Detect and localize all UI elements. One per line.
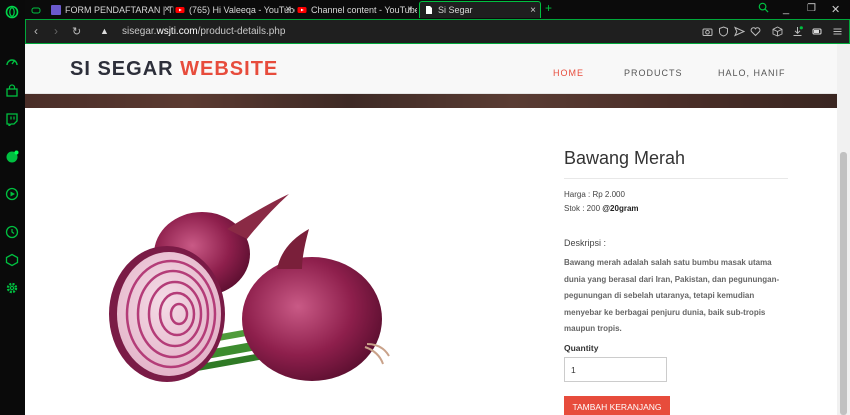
url-path: /product-details.php bbox=[197, 26, 286, 37]
product-stock: Stok : 200 @20gram bbox=[564, 204, 639, 213]
battery-icon[interactable] bbox=[812, 26, 823, 37]
scrollbar-thumb[interactable] bbox=[840, 152, 847, 415]
youtube-icon bbox=[175, 5, 185, 15]
add-to-cart-button[interactable]: TAMBAH KERANJANG bbox=[564, 396, 670, 415]
url-domain: wsjti.com bbox=[156, 26, 198, 37]
url-prefix: sisegar. bbox=[122, 26, 157, 37]
address-bar: ‹ › ↻ ▲ sisegar.wsjti.com/product-detail… bbox=[25, 19, 850, 44]
nav-user-greeting[interactable]: HALO, HANIF bbox=[718, 68, 786, 78]
logo-text: SI SEGAR bbox=[70, 58, 181, 80]
page-icon bbox=[424, 5, 434, 15]
tab-title: (765) Hi Valeeqa - YouTube bbox=[189, 4, 295, 15]
tab-title: Si Segar bbox=[438, 5, 473, 15]
reload-icon[interactable]: ↻ bbox=[72, 25, 81, 38]
tab-workspace[interactable] bbox=[31, 1, 49, 18]
web-page: SI SEGAR WEBSITE HOME PRODUCTS HALO, HAN… bbox=[25, 44, 837, 415]
close-tab-icon[interactable]: × bbox=[164, 4, 170, 15]
vpn-shield-icon[interactable] bbox=[718, 26, 729, 37]
search-tabs-icon[interactable] bbox=[758, 2, 769, 16]
product-description: Bawang merah adalah salah satu bumbu mas… bbox=[564, 258, 780, 333]
nav-home[interactable]: HOME bbox=[553, 68, 584, 78]
tab-channel-content[interactable]: Channel content - YouTube × bbox=[297, 1, 417, 18]
stock-unit: @20gram bbox=[602, 204, 639, 213]
close-window-button[interactable]: ✕ bbox=[831, 3, 840, 16]
title-divider bbox=[564, 178, 788, 179]
tab-form-pendaftaran[interactable]: FORM PENDAFTARAN | TII × bbox=[51, 1, 174, 18]
description-label: Deskripsi : bbox=[564, 238, 607, 248]
close-tab-icon[interactable]: × bbox=[407, 4, 413, 15]
hero-banner-strip bbox=[25, 94, 837, 108]
download-icon[interactable] bbox=[792, 26, 803, 37]
logo-text-accent: WEBSITE bbox=[180, 58, 279, 80]
send-icon[interactable] bbox=[734, 26, 745, 37]
product-title: Bawang Merah bbox=[564, 148, 686, 168]
close-tab-icon[interactable]: × bbox=[285, 4, 291, 15]
new-tab-button[interactable]: + bbox=[545, 1, 552, 15]
settings-gear-icon[interactable] bbox=[5, 281, 19, 295]
restore-button[interactable]: ❐ bbox=[807, 3, 816, 14]
product-price: Harga : Rp 2.000 bbox=[564, 190, 625, 199]
warning-icon[interactable]: ▲ bbox=[100, 26, 109, 36]
site-header: SI SEGAR WEBSITE HOME PRODUCTS HALO, HAN… bbox=[25, 44, 837, 94]
tab-strip: FORM PENDAFTARAN | TII × (765) Hi Valeeq… bbox=[25, 0, 850, 19]
stock-amount: Stok : 200 bbox=[564, 204, 603, 213]
minimize-button[interactable]: _ bbox=[783, 3, 789, 15]
extensions-icon[interactable] bbox=[5, 253, 19, 267]
back-icon[interactable]: ‹ bbox=[34, 24, 38, 38]
page-scrollbar[interactable] bbox=[837, 44, 850, 415]
heart-icon[interactable] bbox=[750, 26, 761, 37]
site-logo[interactable]: SI SEGAR WEBSITE bbox=[70, 58, 278, 81]
tab-si-segar[interactable]: Si Segar × bbox=[419, 1, 541, 18]
easy-setup-icon[interactable] bbox=[832, 26, 843, 37]
camera-icon[interactable] bbox=[702, 26, 713, 37]
opera-sidebar bbox=[0, 0, 25, 415]
form-icon bbox=[51, 4, 61, 15]
tab-title: FORM PENDAFTARAN | TII bbox=[65, 4, 174, 15]
quantity-label: Quantity bbox=[564, 343, 599, 353]
close-tab-icon[interactable]: × bbox=[530, 5, 536, 16]
shopping-bag-icon[interactable] bbox=[5, 84, 19, 98]
twitch-icon[interactable] bbox=[5, 112, 19, 126]
quantity-input[interactable] bbox=[564, 357, 667, 382]
forward-icon[interactable]: › bbox=[54, 24, 58, 38]
tab-title: Channel content - YouTube bbox=[311, 4, 417, 15]
url-field[interactable]: sisegar.wsjti.com/product-details.php bbox=[122, 26, 285, 37]
product-image-onion bbox=[109, 194, 390, 382]
nav-products[interactable]: PRODUCTS bbox=[624, 68, 683, 78]
opera-logo-icon[interactable] bbox=[5, 5, 19, 19]
gamepad-icon bbox=[31, 5, 41, 15]
history-icon[interactable] bbox=[5, 225, 19, 239]
whatsapp-icon[interactable] bbox=[5, 150, 19, 164]
speed-dial-icon[interactable] bbox=[5, 55, 19, 69]
browser-window: FORM PENDAFTARAN | TII × (765) Hi Valeeq… bbox=[0, 0, 850, 415]
cube-icon[interactable] bbox=[772, 26, 783, 37]
youtube-icon bbox=[297, 5, 307, 15]
tab-hi-valeeqa[interactable]: (765) Hi Valeeqa - YouTube × bbox=[175, 1, 295, 18]
player-icon[interactable] bbox=[5, 187, 19, 201]
